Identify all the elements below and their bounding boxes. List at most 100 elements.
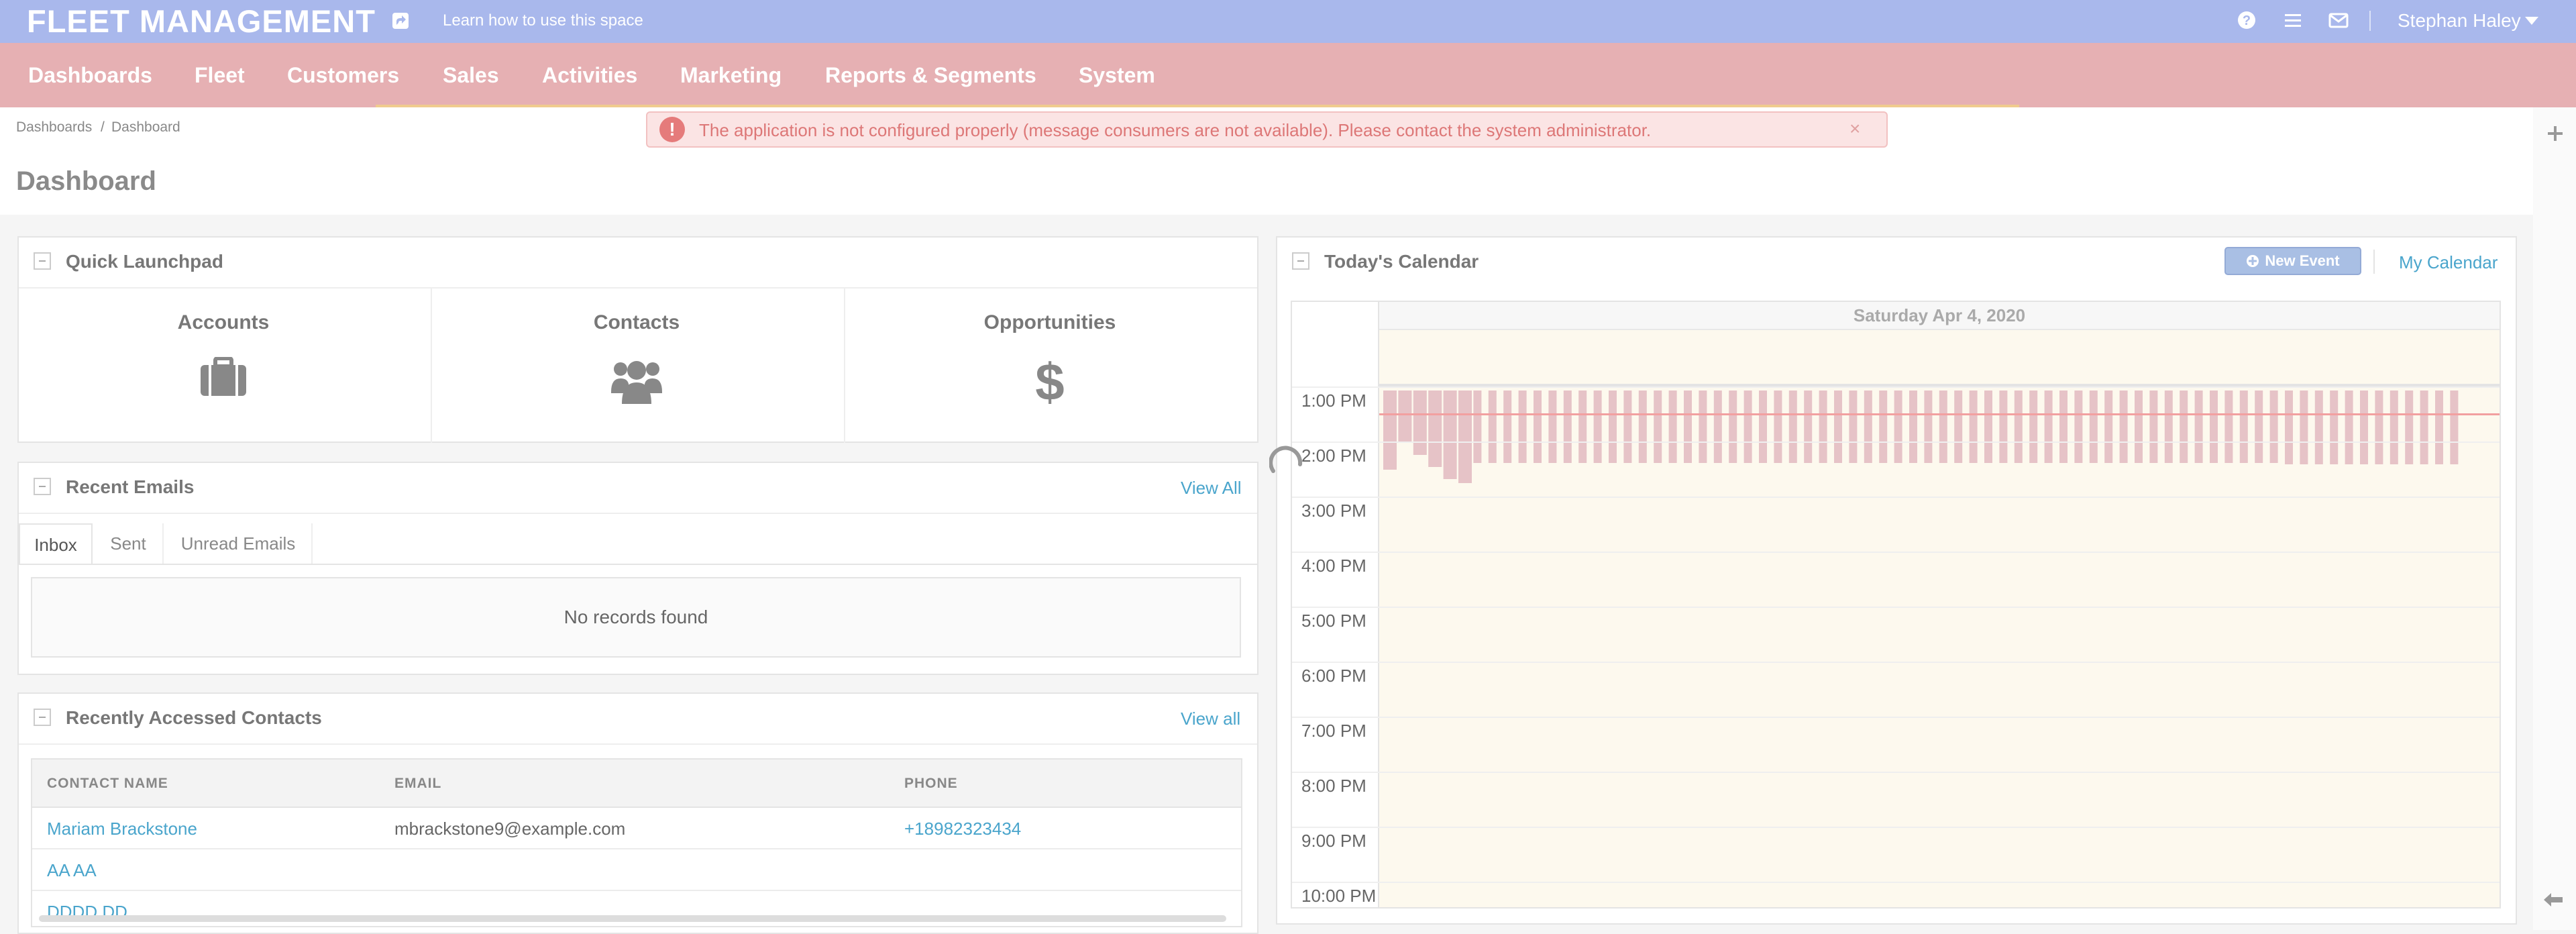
calendar-event[interactable]: [1623, 391, 1632, 463]
arrow-left-icon[interactable]: [2542, 891, 2564, 909]
tab-sent[interactable]: Sent: [94, 523, 164, 564]
calendar-event[interactable]: [1788, 391, 1797, 463]
horizontal-scrollbar[interactable]: [39, 915, 1226, 922]
calendar-event[interactable]: [2180, 391, 2188, 463]
chevron-down-icon[interactable]: [2525, 17, 2538, 25]
table-row[interactable]: Mariam Brackstone mbrackstone9@example.c…: [32, 808, 1241, 849]
calendar-event[interactable]: [2239, 391, 2248, 463]
collapse-icon[interactable]: [34, 709, 51, 726]
view-all-contacts-link[interactable]: View all: [1181, 709, 1240, 729]
calendar-event[interactable]: [1774, 391, 1782, 463]
calendar-event[interactable]: [1999, 391, 2008, 463]
calendar-event[interactable]: [1894, 391, 1902, 463]
calendar-event[interactable]: [1699, 391, 1707, 463]
calendar-event[interactable]: [1638, 391, 1647, 463]
tab-inbox[interactable]: Inbox: [19, 523, 93, 564]
calendar-event[interactable]: [1534, 391, 1542, 463]
all-day-slot[interactable]: [1379, 330, 2500, 386]
user-menu[interactable]: Stephan Haley: [2398, 9, 2521, 32]
calendar-event[interactable]: [1548, 391, 1557, 463]
calendar-event[interactable]: [2059, 391, 2068, 463]
calendar-event[interactable]: [1924, 391, 1933, 463]
calendar-event[interactable]: [1984, 391, 1992, 463]
nav-marketing[interactable]: Marketing: [680, 62, 782, 88]
calendar-event[interactable]: [2330, 391, 2339, 464]
calendar-event[interactable]: [1563, 391, 1572, 463]
calendar-event[interactable]: [2255, 391, 2263, 463]
view-all-emails-link[interactable]: View All: [1181, 478, 1242, 498]
column-header-name[interactable]: CONTACT NAME: [47, 776, 168, 792]
calendar-event[interactable]: [2314, 391, 2323, 464]
calendar-event[interactable]: [1969, 391, 1978, 463]
calendar-event[interactable]: [2210, 391, 2218, 463]
tab-unread-emails[interactable]: Unread Emails: [165, 523, 313, 564]
breadcrumb-root[interactable]: Dashboards: [16, 119, 92, 136]
calendar-event[interactable]: [1834, 391, 1842, 463]
calendar-event[interactable]: [2405, 391, 2414, 464]
menu-icon[interactable]: [2282, 9, 2304, 31]
calendar-event[interactable]: [2104, 391, 2113, 463]
calendar-event[interactable]: [1488, 391, 1497, 463]
calendar-event[interactable]: [1443, 391, 1457, 479]
help-icon[interactable]: ?: [2236, 9, 2257, 31]
calendar-event[interactable]: [2224, 391, 2233, 463]
learn-link[interactable]: Learn how to use this space: [443, 11, 643, 31]
calendar-event[interactable]: [1759, 391, 1767, 463]
calendar-event[interactable]: [1939, 391, 1947, 463]
calendar-event[interactable]: [1909, 391, 1917, 463]
calendar-event[interactable]: [2119, 391, 2128, 463]
nav-sales[interactable]: Sales: [443, 62, 499, 88]
mail-icon[interactable]: [2328, 9, 2349, 31]
table-row[interactable]: AA AA: [32, 849, 1241, 891]
calendar-event[interactable]: [1729, 391, 1737, 463]
calendar-event[interactable]: [1819, 391, 1827, 463]
calendar-event[interactable]: [1383, 391, 1397, 470]
collapse-icon[interactable]: [34, 478, 51, 495]
calendar-event[interactable]: [2360, 391, 2368, 464]
calendar-event[interactable]: [2029, 391, 2038, 463]
collapse-icon[interactable]: [34, 252, 51, 270]
calendar-event[interactable]: [1578, 391, 1587, 463]
calendar-events[interactable]: [1381, 389, 2474, 483]
nav-fleet[interactable]: Fleet: [195, 62, 245, 88]
calendar-event[interactable]: [1593, 391, 1602, 463]
calendar-event[interactable]: [2435, 391, 2443, 464]
calendar-event[interactable]: [2074, 391, 2083, 463]
nav-dashboards[interactable]: Dashboards: [28, 62, 152, 88]
calendar-event[interactable]: [1864, 391, 1872, 463]
calendar-event[interactable]: [2420, 391, 2428, 464]
launchpad-contacts[interactable]: Contacts: [432, 289, 841, 443]
calendar-event[interactable]: [2375, 391, 2383, 464]
launchpad-opportunities[interactable]: Opportunities $: [845, 289, 1254, 443]
calendar-event[interactable]: [2089, 391, 2098, 463]
calendar-event[interactable]: [1804, 391, 1813, 463]
column-header-email[interactable]: EMAIL: [394, 776, 441, 792]
calendar-event[interactable]: [1398, 391, 1412, 443]
calendar-event[interactable]: [1473, 391, 1482, 463]
calendar-event[interactable]: [2450, 391, 2459, 464]
calendar-event[interactable]: [2390, 391, 2398, 464]
calendar-event[interactable]: [1458, 391, 1472, 483]
calendar-event[interactable]: [1668, 391, 1677, 463]
calendar-event[interactable]: [1954, 391, 1963, 463]
calendar-event[interactable]: [2135, 391, 2143, 463]
calendar-event[interactable]: [1428, 391, 1442, 467]
calendar-event[interactable]: [2044, 391, 2053, 463]
app-logo[interactable]: FLEET MANAGEMENT: [27, 3, 376, 40]
calendar-event[interactable]: [1713, 391, 1722, 463]
calendar-event[interactable]: [1879, 391, 1888, 463]
calendar-event[interactable]: [1654, 391, 1662, 463]
calendar-event[interactable]: [2149, 391, 2158, 463]
column-header-phone[interactable]: PHONE: [904, 776, 958, 792]
collapse-icon[interactable]: [1292, 252, 1309, 270]
calendar-event[interactable]: [2345, 391, 2353, 464]
calendar-event[interactable]: [1849, 391, 1858, 463]
contact-name[interactable]: AA AA: [47, 860, 97, 880]
calendar-event[interactable]: [2014, 391, 2023, 463]
nav-reports-segments[interactable]: Reports & Segments: [825, 62, 1036, 88]
contact-name[interactable]: Mariam Brackstone: [47, 819, 197, 839]
calendar-event[interactable]: [1518, 391, 1527, 463]
calendar-event[interactable]: [2269, 391, 2278, 463]
close-icon[interactable]: ×: [1849, 119, 1860, 139]
calendar-event[interactable]: [1609, 391, 1617, 463]
